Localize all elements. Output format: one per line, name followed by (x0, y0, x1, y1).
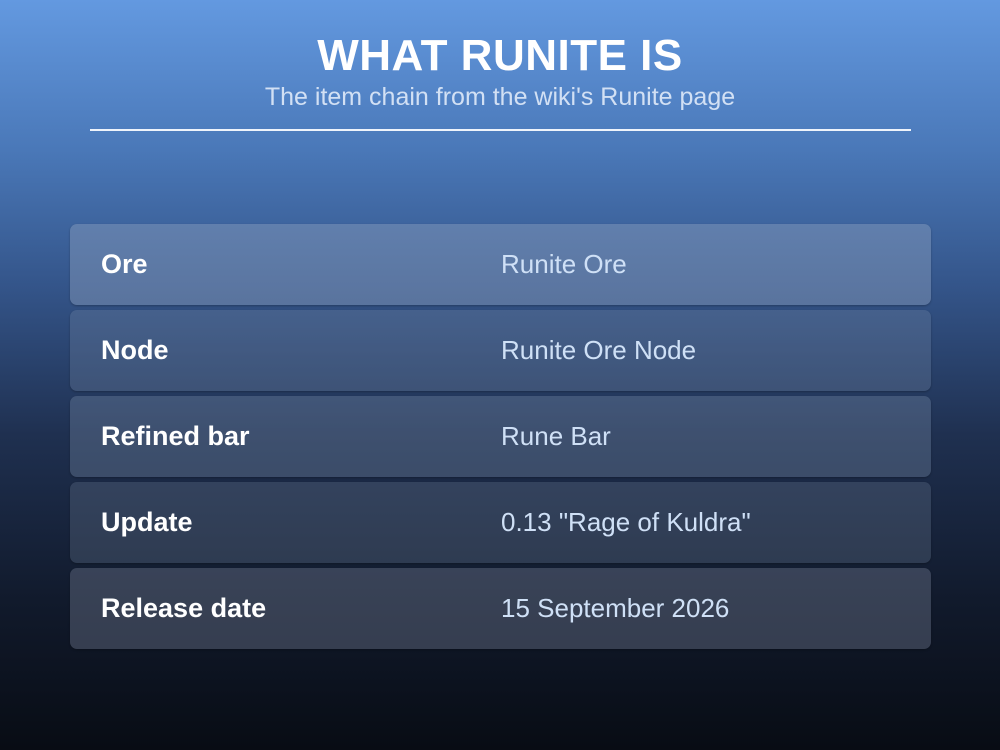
row-label: Release date (101, 593, 267, 623)
header: WHAT RUNITE IS The item chain from the w… (0, 30, 1000, 112)
row-value: 0.13 "Rage of Kuldra" (501, 507, 751, 537)
row-label: Update (101, 507, 193, 537)
row-value: Runite Ore Node (501, 335, 697, 365)
info-row-ore: Ore Runite Ore (70, 224, 931, 305)
info-row-release-date: Release date 15 September 2026 (70, 568, 931, 649)
row-value: Runite Ore (501, 249, 627, 279)
header-divider (90, 129, 911, 131)
row-label: Node (101, 335, 169, 365)
row-value: 15 September 2026 (501, 593, 730, 623)
row-label: Ore (101, 249, 148, 279)
info-table: Ore Runite Ore Node Runite Ore Node Refi… (70, 224, 931, 654)
page-subtitle: The item chain from the wiki's Runite pa… (264, 83, 736, 111)
info-row-refined-bar: Refined bar Rune Bar (70, 396, 931, 477)
info-row-node: Node Runite Ore Node (70, 310, 931, 391)
row-label: Refined bar (101, 421, 250, 451)
row-value: Rune Bar (501, 421, 611, 451)
info-row-update: Update 0.13 "Rage of Kuldra" (70, 482, 931, 563)
page-title: WHAT RUNITE IS (317, 31, 683, 80)
